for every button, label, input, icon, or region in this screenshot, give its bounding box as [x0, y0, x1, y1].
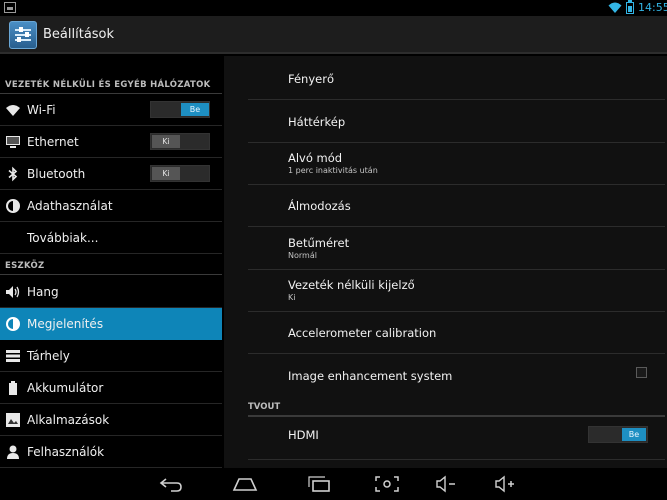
pref-wallpaper[interactable]: Háttérkép	[248, 100, 665, 143]
data-usage-icon	[6, 199, 20, 213]
back-icon[interactable]	[158, 475, 184, 493]
settings-headers-list: VEZETÉK NÉLKÜLI ÉS EGYÉB HÁLÓZATOK Wi-Fi…	[0, 56, 224, 468]
bluetooth-toggle[interactable]: Ki	[150, 165, 210, 182]
header-item-wifi[interactable]: Wi-Fi Be	[0, 94, 222, 126]
monitor-icon	[6, 136, 20, 148]
header-item-label: Bluetooth	[27, 167, 86, 181]
pref-summary: Normál	[288, 251, 317, 260]
settings-app-icon[interactable]	[9, 21, 37, 49]
header-item-label: Megjelenítés	[27, 317, 104, 331]
divider	[248, 415, 665, 417]
image-notification-icon	[4, 2, 16, 13]
wifi-icon	[608, 2, 622, 13]
pref-sleep[interactable]: Alvó mód 1 perc inaktivitás után	[248, 143, 665, 185]
display-settings-pane: Fényerő Háttérkép Alvó mód 1 perc inakti…	[224, 56, 667, 468]
toggle-state: Be	[181, 103, 209, 116]
pref-hdmi[interactable]: HDMI Be	[248, 418, 665, 460]
header-item-label: Wi-Fi	[27, 103, 56, 117]
pref-title: HDMI	[288, 428, 319, 442]
page-title: Beállítások	[43, 27, 115, 42]
pref-title: Alvó mód	[288, 151, 343, 165]
header-item-more[interactable]: Továbbiak...	[0, 222, 222, 254]
pref-title: Betűméret	[288, 236, 350, 250]
storage-icon	[6, 350, 20, 362]
header-item-bluetooth[interactable]: Bluetooth Ki	[0, 158, 222, 190]
section-header-wireless: VEZETÉK NÉLKÜLI ÉS EGYÉB HÁLÓZATOK	[5, 80, 211, 90]
header-item-label: Hang	[27, 285, 59, 299]
section-header-device: ESZKÖZ	[5, 261, 45, 271]
bluetooth-icon	[8, 166, 18, 182]
category-header-tvout: TVOUT	[248, 402, 281, 412]
pref-daydream[interactable]: Álmodozás	[248, 185, 665, 227]
header-item-label: Ethernet	[27, 135, 79, 149]
toggle-state: Be	[622, 428, 646, 441]
header-item-label: Alkalmazások	[27, 413, 110, 427]
volume-down-icon[interactable]	[434, 475, 460, 493]
recent-apps-icon[interactable]	[306, 475, 332, 493]
pref-title: Accelerometer calibration	[288, 326, 437, 340]
toggle-state: Ki	[152, 135, 180, 148]
wifi-toggle[interactable]: Be	[150, 101, 210, 118]
header-item-data-usage[interactable]: Adathasználat	[0, 190, 222, 222]
action-bar: Beállítások	[0, 16, 667, 54]
ethernet-toggle[interactable]: Ki	[150, 133, 210, 150]
header-item-label: Tárhely	[27, 349, 70, 363]
pref-title: Vezeték nélküli kijelző	[288, 278, 415, 292]
header-item-users[interactable]: Felhasználók	[0, 436, 222, 468]
battery-icon	[626, 0, 634, 14]
hdmi-toggle[interactable]: Be	[588, 426, 648, 443]
pref-brightness[interactable]: Fényerő	[248, 56, 665, 100]
pref-font-size[interactable]: Betűméret Normál	[248, 227, 665, 270]
header-item-display[interactable]: Megjelenítés	[0, 308, 222, 340]
header-item-label: Adathasználat	[27, 199, 113, 213]
volume-up-icon[interactable]	[493, 475, 519, 493]
apps-icon	[6, 413, 20, 427]
clock: 14:55	[638, 1, 667, 14]
header-item-sound[interactable]: Hang	[0, 276, 222, 308]
pref-title: Háttérkép	[288, 115, 346, 129]
user-icon	[7, 445, 19, 459]
pref-title: Fényerő	[288, 72, 334, 86]
pref-title: Image enhancement system	[288, 369, 453, 383]
speaker-icon	[6, 286, 20, 298]
brightness-icon	[6, 317, 20, 331]
home-icon[interactable]	[232, 475, 258, 493]
pref-summary: 1 perc inaktivitás után	[288, 166, 378, 175]
header-item-ethernet[interactable]: Ethernet Ki	[0, 126, 222, 158]
header-item-apps[interactable]: Alkalmazások	[0, 404, 222, 436]
pref-image-enhancement[interactable]: Image enhancement system	[248, 354, 665, 394]
header-item-battery[interactable]: Akkumulátor	[0, 372, 222, 404]
battery-icon	[9, 381, 17, 395]
navigation-bar	[0, 468, 667, 500]
screenshot-icon[interactable]	[374, 475, 400, 493]
pref-summary: Ki	[288, 293, 296, 302]
divider	[0, 274, 222, 275]
header-item-storage[interactable]: Tárhely	[0, 340, 222, 372]
header-item-label: Felhasználók	[27, 445, 105, 459]
pref-wireless-display[interactable]: Vezeték nélküli kijelző Ki	[248, 270, 665, 312]
header-item-label: Továbbiak...	[27, 231, 99, 245]
wifi-icon	[6, 105, 20, 116]
image-enhancement-checkbox[interactable]	[636, 367, 647, 378]
toggle-state: Ki	[152, 167, 180, 180]
header-item-label: Akkumulátor	[27, 381, 104, 395]
pref-accelerometer-calibration[interactable]: Accelerometer calibration	[248, 312, 665, 354]
status-bar: 14:55	[0, 0, 667, 16]
pref-title: Álmodozás	[288, 199, 351, 213]
